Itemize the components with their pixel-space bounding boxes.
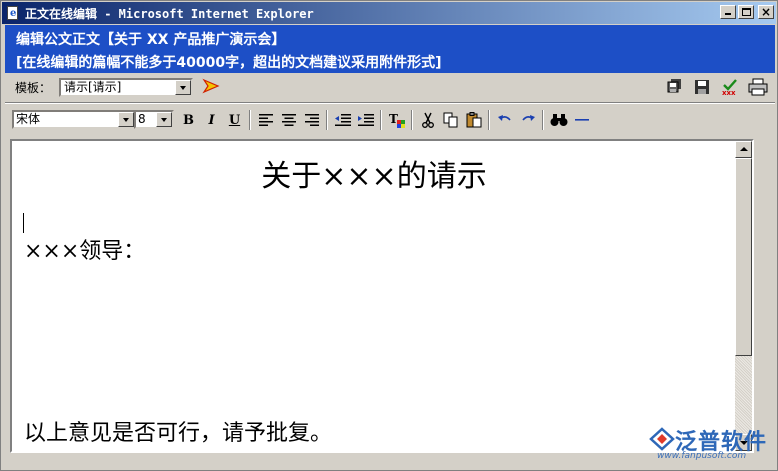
indent-icon	[357, 113, 374, 126]
text-caret	[23, 213, 24, 233]
horizontal-rule-button[interactable]	[570, 109, 593, 131]
document-editor[interactable]: 关于×××的请示 ×××领导： 以上意见是否可行，请予批复。	[10, 139, 754, 453]
template-toolbar: 模板： 请示[请示] xxx	[5, 73, 775, 101]
toolbar-divider	[5, 102, 775, 104]
separator	[488, 110, 490, 130]
svg-text:T: T	[389, 112, 398, 126]
maximize-icon	[742, 8, 751, 16]
save-button[interactable]	[690, 76, 713, 98]
check-spelling-button[interactable]: xxx	[718, 76, 741, 98]
brand-logo-icon	[649, 427, 675, 451]
brand-url: www.fanpusoft.com	[657, 451, 747, 461]
heading-title: 编辑公文正文【关于 XX 产品推广演示会】	[16, 32, 286, 48]
check-icon: xxx	[722, 79, 737, 96]
save-icon	[694, 80, 709, 94]
indent-button[interactable]	[354, 109, 377, 131]
align-center-icon	[281, 114, 296, 126]
scissors-icon	[421, 112, 434, 128]
find-button[interactable]	[547, 109, 570, 131]
vertical-scrollbar[interactable]	[735, 141, 752, 451]
align-center-button[interactable]	[277, 109, 300, 131]
separator	[249, 110, 251, 130]
title-bar[interactable]: e 正文在线编辑 - Microsoft Internet Explorer ×	[2, 2, 776, 24]
font-size-select[interactable]: 8	[134, 110, 174, 129]
apply-template-arrow-icon[interactable]	[202, 78, 220, 94]
document-title: 关于×××的请示	[261, 159, 487, 194]
redo-icon	[521, 115, 535, 121]
minimize-button[interactable]	[720, 5, 736, 19]
copy-button[interactable]	[439, 109, 462, 131]
maximize-button[interactable]	[738, 5, 754, 19]
italic-icon: I	[208, 112, 215, 128]
scroll-up-button[interactable]	[735, 141, 752, 158]
save-all-icon	[667, 79, 681, 93]
separator	[326, 110, 328, 130]
redo-button[interactable]	[516, 109, 539, 131]
document-tools: xxx	[662, 76, 769, 98]
close-icon: ×	[760, 5, 772, 19]
font-size-value: 8	[138, 112, 146, 126]
outdent-button[interactable]	[331, 109, 354, 131]
underline-icon: U	[228, 112, 241, 128]
undo-icon	[497, 115, 511, 121]
browser-window: e 正文在线编辑 - Microsoft Internet Explorer ×…	[0, 0, 778, 471]
chevron-down-icon[interactable]	[118, 112, 134, 127]
print-button[interactable]	[746, 76, 769, 98]
outdent-icon	[334, 113, 351, 126]
cut-button[interactable]	[416, 109, 439, 131]
close-button[interactable]: ×	[758, 5, 774, 19]
format-toolbar: 宋体 8 B I U T	[5, 105, 775, 135]
underline-button[interactable]: U	[223, 109, 246, 131]
window-title: 正文在线编辑 - Microsoft Internet Explorer	[25, 6, 314, 21]
paste-button[interactable]	[462, 109, 485, 131]
document-closing: 以上意见是否可行，请予批复。	[24, 421, 333, 446]
separator	[411, 110, 413, 130]
printer-icon	[748, 78, 767, 96]
bold-icon: B	[183, 112, 194, 128]
svg-text:xxx: xxx	[722, 89, 736, 96]
copy-icon	[443, 112, 457, 128]
paste-icon	[466, 112, 481, 128]
ie-page-icon: e	[5, 5, 21, 21]
heading-notice: [在线编辑的篇幅不能多于40000字，超出的文档建议采用附件形式]	[16, 55, 442, 71]
save-all-button[interactable]	[662, 76, 685, 98]
template-select-value: 请示[请示]	[64, 80, 122, 94]
window-controls: ×	[720, 5, 774, 19]
template-select[interactable]: 请示[请示]	[59, 78, 193, 97]
chevron-down-icon[interactable]	[175, 80, 191, 95]
font-select[interactable]: 宋体	[12, 110, 136, 129]
font-select-value: 宋体	[16, 112, 41, 126]
edit-heading: 编辑公文正文【关于 XX 产品推广演示会】 [在线编辑的篇幅不能多于40000字…	[5, 25, 775, 73]
align-right-button[interactable]	[300, 109, 323, 131]
template-label: 模板：	[15, 81, 52, 95]
binoculars-icon	[550, 114, 567, 126]
scroll-thumb[interactable]	[735, 158, 752, 356]
italic-button[interactable]: I	[200, 109, 223, 131]
separator	[380, 110, 382, 130]
bold-button[interactable]: B	[177, 109, 200, 131]
brand-watermark: 泛普软件 www.fanpusoft.com	[649, 424, 774, 468]
text-color-button[interactable]: T	[385, 109, 408, 131]
format-buttons: B I U T	[177, 109, 593, 131]
chevron-down-icon[interactable]	[156, 112, 172, 127]
align-right-icon	[304, 114, 319, 126]
document-greeting: ×××领导：	[24, 239, 146, 264]
align-left-button[interactable]	[254, 109, 277, 131]
undo-button[interactable]	[493, 109, 516, 131]
separator	[542, 110, 544, 130]
align-left-icon	[258, 114, 273, 126]
horizontal-rule-icon	[574, 119, 589, 121]
minimize-icon	[725, 13, 731, 15]
text-color-icon: T	[389, 112, 405, 128]
